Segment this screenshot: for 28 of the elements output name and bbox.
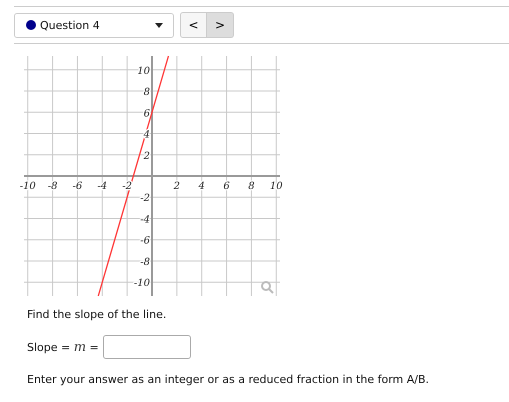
instructions-text: Enter your answer as an integer or as a reduced fraction in the form A/B. xyxy=(27,373,430,386)
previous-button[interactable]: < xyxy=(180,12,207,38)
tick-label: 6 xyxy=(144,108,150,120)
tick-label: -10 xyxy=(134,278,150,290)
tick-label: -8 xyxy=(48,181,58,192)
slope-label: Slope = m = xyxy=(27,340,99,354)
question-dropdown[interactable]: Question 4 xyxy=(14,12,174,38)
tick-label: 2 xyxy=(174,181,180,192)
tick-label: 2 xyxy=(144,150,150,162)
tick-label: -2 xyxy=(140,193,150,204)
tick-label: -10 xyxy=(20,181,36,192)
tick-label: 8 xyxy=(248,181,255,192)
tick-label: -8 xyxy=(140,256,150,268)
tick-label: -6 xyxy=(72,181,82,192)
question-label: Question 4 xyxy=(40,18,101,32)
next-button[interactable]: > xyxy=(207,12,234,38)
tick-label: 10 xyxy=(270,181,283,192)
tick-label: 4 xyxy=(198,181,205,192)
tick-label: -4 xyxy=(140,214,150,226)
tick-label: -4 xyxy=(97,181,108,192)
caret-icon xyxy=(155,22,163,28)
answer-field[interactable] xyxy=(102,335,191,359)
tick-label: 6 xyxy=(223,181,230,192)
tick-label: 8 xyxy=(144,87,150,98)
zoom-icon[interactable] xyxy=(261,281,274,294)
tick-label: 10 xyxy=(137,66,150,77)
tick-label: -6 xyxy=(140,236,150,247)
question-text: Find the slope of the line. xyxy=(27,308,168,321)
